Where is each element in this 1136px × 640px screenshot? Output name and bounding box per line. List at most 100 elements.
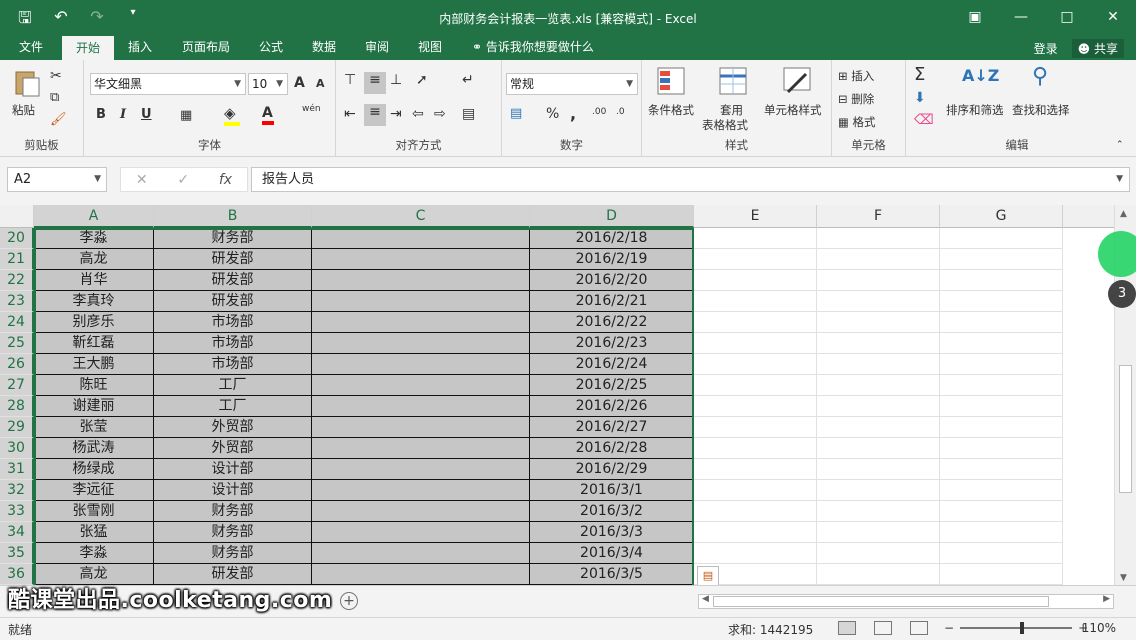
worksheet-grid[interactable]: A B C D E F G 20 李淼 财务部 2016/2/18 21 高龙 研发部 2016/2/19 2…: [0, 205, 1136, 585]
row-header[interactable]: 20: [0, 228, 34, 249]
cell-c-34[interactable]: [312, 522, 530, 543]
sort-filter-icon[interactable]: A↓Z: [962, 66, 999, 85]
cell-a-23[interactable]: 李真玲: [34, 291, 154, 312]
login-link[interactable]: 登录: [1034, 40, 1058, 57]
row-header[interactable]: 31: [0, 459, 34, 480]
cell-b-32[interactable]: 设计部: [154, 480, 312, 501]
scroll-left-icon[interactable]: ◀: [702, 594, 709, 604]
row-header[interactable]: 33: [0, 501, 34, 522]
empty-cell[interactable]: [694, 354, 817, 375]
cell-c-25[interactable]: [312, 333, 530, 354]
empty-cell[interactable]: [817, 375, 940, 396]
font-size-select[interactable]: 10 ▼: [248, 73, 288, 95]
tab-view[interactable]: 视图: [414, 36, 446, 60]
cell-a-20[interactable]: 李淼: [34, 228, 154, 249]
cell-c-31[interactable]: [312, 459, 530, 480]
empty-cell[interactable]: [940, 375, 1063, 396]
tab-review[interactable]: 审阅: [361, 36, 393, 60]
row-header[interactable]: 30: [0, 438, 34, 459]
cell-b-34[interactable]: 财务部: [154, 522, 312, 543]
page-break-view-icon[interactable]: [910, 621, 928, 635]
cell-c-21[interactable]: [312, 249, 530, 270]
empty-cell[interactable]: [940, 459, 1063, 480]
horizontal-scrollbar[interactable]: ◀ ▶: [698, 594, 1114, 609]
sort-filter-button[interactable]: 排序和筛选: [946, 102, 1004, 118]
tab-insert[interactable]: 插入: [124, 36, 156, 60]
row-header[interactable]: 27: [0, 375, 34, 396]
tab-file[interactable]: 文件: [15, 36, 47, 60]
maximize-icon[interactable]: □: [1044, 0, 1090, 34]
cell-c-35[interactable]: [312, 543, 530, 564]
cell-d-35[interactable]: 2016/3/4: [530, 543, 694, 564]
cell-c-22[interactable]: [312, 270, 530, 291]
cell-a-26[interactable]: 王大鹏: [34, 354, 154, 375]
row-header[interactable]: 28: [0, 396, 34, 417]
cell-b-25[interactable]: 市场部: [154, 333, 312, 354]
cancel-icon[interactable]: ✕: [136, 172, 148, 188]
tab-home[interactable]: 开始: [62, 36, 114, 60]
cell-a-22[interactable]: 肖华: [34, 270, 154, 291]
enter-icon[interactable]: ✓: [177, 172, 189, 188]
empty-cell[interactable]: [694, 480, 817, 501]
row-header[interactable]: 26: [0, 354, 34, 375]
phonetic-button[interactable]: wén: [302, 104, 321, 114]
cell-a-28[interactable]: 谢建丽: [34, 396, 154, 417]
cell-a-27[interactable]: 陈旺: [34, 375, 154, 396]
empty-cell[interactable]: [817, 249, 940, 270]
hscroll-thumb[interactable]: [713, 596, 1049, 607]
cell-d-29[interactable]: 2016/2/27: [530, 417, 694, 438]
cell-d-23[interactable]: 2016/2/21: [530, 291, 694, 312]
row-header[interactable]: 24: [0, 312, 34, 333]
empty-cell[interactable]: [940, 564, 1063, 585]
empty-cell[interactable]: [817, 396, 940, 417]
empty-cell[interactable]: [817, 354, 940, 375]
format-cells-button[interactable]: ▦ 格式: [838, 114, 876, 130]
cell-a-34[interactable]: 张猛: [34, 522, 154, 543]
conditional-format-button[interactable]: 条件格式: [648, 102, 694, 118]
column-header-b[interactable]: B: [154, 205, 312, 228]
autosum-icon[interactable]: Σ: [914, 64, 925, 85]
font-color-icon[interactable]: A: [262, 105, 274, 125]
empty-cell[interactable]: [817, 438, 940, 459]
empty-cell[interactable]: [940, 249, 1063, 270]
add-sheet-button[interactable]: +: [340, 592, 358, 610]
row-header[interactable]: 21: [0, 249, 34, 270]
empty-cell[interactable]: [694, 417, 817, 438]
zoom-out-button[interactable]: −: [944, 621, 954, 635]
cell-b-23[interactable]: 研发部: [154, 291, 312, 312]
decrease-indent-icon[interactable]: ⇦: [412, 106, 424, 122]
align-middle-icon[interactable]: ≡: [364, 72, 386, 94]
empty-cell[interactable]: [940, 312, 1063, 333]
scroll-down-icon[interactable]: ▼: [1120, 573, 1127, 583]
bold-button[interactable]: B: [96, 107, 106, 122]
fill-icon[interactable]: ⬇: [914, 90, 926, 106]
find-select-button[interactable]: 查找和选择: [1012, 102, 1070, 118]
cell-c-33[interactable]: [312, 501, 530, 522]
empty-cell[interactable]: [940, 270, 1063, 291]
tab-page-layout[interactable]: 页面布局: [178, 36, 234, 60]
cell-c-32[interactable]: [312, 480, 530, 501]
align-bottom-icon[interactable]: ⊥: [390, 72, 402, 88]
empty-cell[interactable]: [940, 354, 1063, 375]
cell-a-32[interactable]: 李远征: [34, 480, 154, 501]
empty-cell[interactable]: [694, 543, 817, 564]
find-select-icon[interactable]: ⚲: [1032, 64, 1048, 89]
column-header-c[interactable]: C: [312, 205, 530, 228]
cell-c-24[interactable]: [312, 312, 530, 333]
empty-cell[interactable]: [817, 522, 940, 543]
zoom-level[interactable]: 110%: [1082, 621, 1116, 635]
select-all-corner[interactable]: [0, 205, 34, 228]
cell-d-31[interactable]: 2016/2/29: [530, 459, 694, 480]
fill-color-icon[interactable]: ◈: [224, 104, 240, 126]
cell-a-25[interactable]: 靳红磊: [34, 333, 154, 354]
cell-a-36[interactable]: 高龙: [34, 564, 154, 585]
font-family-select[interactable]: 华文细黑 ▼: [90, 73, 246, 95]
zoom-slider-knob[interactable]: [1020, 622, 1025, 634]
increase-indent-icon[interactable]: ⇨: [434, 106, 446, 122]
cell-styles-icon[interactable]: [782, 66, 812, 96]
cell-b-26[interactable]: 市场部: [154, 354, 312, 375]
grow-font-button[interactable]: A: [294, 75, 305, 91]
column-header-e[interactable]: E: [694, 205, 817, 228]
wrap-text-icon[interactable]: ↵: [462, 72, 474, 88]
cell-b-20[interactable]: 财务部: [154, 228, 312, 249]
